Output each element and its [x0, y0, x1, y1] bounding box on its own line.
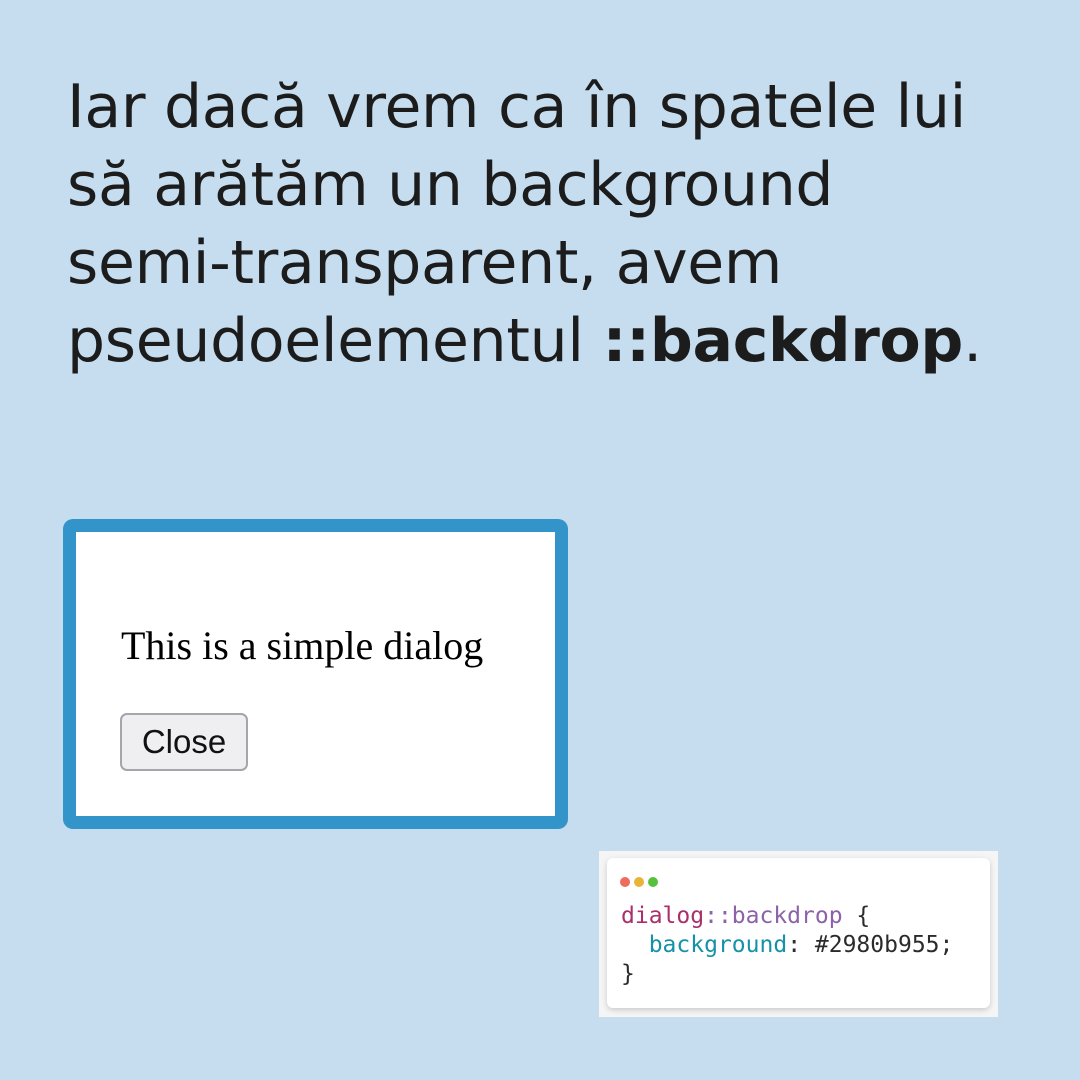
code-property: background	[648, 932, 788, 958]
example-dialog: This is a simple dialog Close	[63, 519, 568, 829]
code-close-brace: }	[621, 961, 635, 987]
code-snippet-frame: dialog::backdrop { background: #2980b955…	[599, 851, 998, 1017]
code-snippet-card: dialog::backdrop { background: #2980b955…	[607, 858, 990, 1008]
code-value: #2980b955;	[814, 932, 954, 958]
headline: Iar dacă vrem ca în spatele lui să arătă…	[67, 68, 1047, 380]
css-code: dialog::backdrop { background: #2980b955…	[621, 902, 953, 989]
green-dot-icon	[648, 877, 658, 887]
backdrop-keyword: ::backdrop	[602, 306, 964, 376]
code-open-brace: {	[842, 903, 871, 929]
headline-line-2: să arătăm un background	[67, 150, 834, 220]
headline-line-4: pseudoelementul ::backdrop.	[67, 302, 1047, 380]
code-selector: dialog	[621, 903, 705, 929]
code-pseudo-element: ::backdrop	[704, 903, 843, 929]
red-dot-icon	[620, 877, 630, 887]
headline-line-1: Iar dacă vrem ca în spatele lui	[67, 72, 967, 142]
code-colon: :	[787, 932, 815, 958]
yellow-dot-icon	[634, 877, 644, 887]
close-button[interactable]: Close	[120, 713, 248, 771]
headline-line-4-suffix: .	[963, 306, 982, 376]
headline-line-3: semi-transparent, avem	[67, 228, 783, 298]
dialog-message: This is a simple dialog	[121, 623, 484, 668]
headline-line-4-prefix: pseudoelementul	[67, 306, 603, 376]
window-controls	[620, 872, 662, 887]
